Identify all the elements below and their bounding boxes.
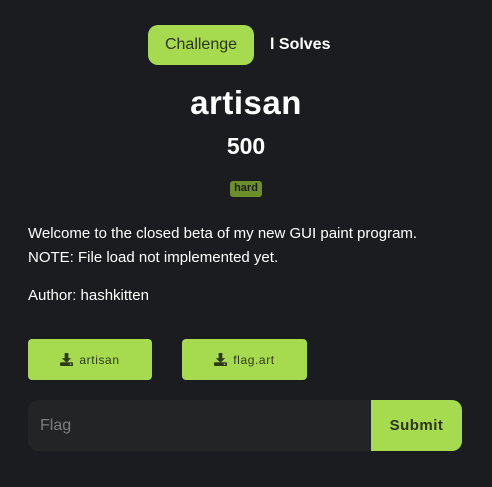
challenge-description: Welcome to the closed beta of my new GUI… — [28, 222, 478, 270]
file-button-label: flag.art — [233, 352, 275, 367]
download-file-button-flag-art[interactable]: flag.art — [182, 339, 307, 380]
challenge-author: Author: hashkitten — [28, 287, 149, 304]
download-icon — [214, 353, 228, 366]
download-icon — [60, 353, 74, 366]
description-line: Welcome to the closed beta of my new GUI… — [28, 225, 418, 242]
difficulty-badge-container: hard — [0, 178, 492, 197]
difficulty-badge: hard — [230, 181, 262, 197]
challenge-points: 500 — [226, 133, 266, 159]
tab-solves[interactable]: l Solves — [270, 25, 330, 65]
flag-input[interactable] — [28, 400, 372, 451]
file-button-label: artisan — [79, 352, 120, 367]
download-file-button-artisan[interactable]: artisan — [28, 339, 152, 380]
challenge-tabs: Challenge l Solves — [0, 25, 492, 65]
challenge-title: artisan — [190, 84, 302, 121]
tab-challenge[interactable]: Challenge — [148, 25, 254, 65]
flag-submit-form: Submit — [28, 400, 462, 451]
description-line: NOTE: File load not implemented yet. — [28, 249, 279, 266]
submit-button[interactable]: Submit — [371, 400, 462, 451]
